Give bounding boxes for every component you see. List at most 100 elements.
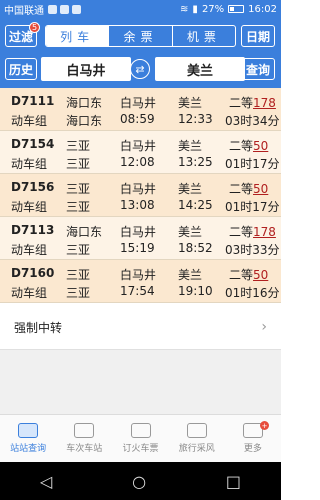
notification-icons (48, 4, 81, 14)
query-button[interactable]: 查询 (241, 58, 275, 80)
seat-count[interactable]: 178 (253, 96, 276, 110)
arrive-station: 美兰 (178, 96, 203, 110)
app-header: 过滤 5 列车 余票 机票 日期 历史 白马井 ⇄ 美兰 查询 (0, 18, 281, 88)
arrive-station: 美兰 (178, 268, 203, 282)
notification-icon (60, 4, 69, 14)
train-start-station: 海口东 (66, 225, 103, 239)
signal-icon: ▮ (192, 3, 198, 15)
home-icon[interactable]: ○ (132, 472, 146, 491)
tab-book-ticket[interactable]: 订火车票 (112, 415, 168, 462)
arrive-time: 13:25 (178, 155, 213, 169)
train-end-station: 三亚 (66, 157, 91, 171)
empty-area (0, 350, 281, 414)
seat-availability: 二等178 (229, 94, 276, 111)
train-end-station: 海口东 (66, 114, 103, 128)
battery-icon (228, 5, 245, 13)
depart-station: 白马井 (120, 182, 157, 196)
arrive-station: 美兰 (178, 225, 203, 239)
from-station-input[interactable]: 白马井 (41, 57, 131, 81)
depart-time: 12:08 (120, 155, 155, 169)
forced-transfer-item[interactable]: 强制中转 › (0, 306, 281, 350)
swap-icon: ⇄ (135, 62, 145, 76)
bottom-tabbar: 站站查询 车次车站 订火车票 旅行采风 + 更多 (0, 414, 281, 462)
notification-icon (72, 4, 81, 14)
filter-badge: 5 (29, 22, 40, 33)
arrive-time: 14:25 (178, 198, 213, 212)
train-end-station: 三亚 (66, 243, 91, 257)
duration: 01时16分 (225, 286, 280, 300)
ticket-icon (130, 423, 151, 438)
duration: 01时17分 (225, 200, 280, 214)
tab-remaining-tickets[interactable]: 余票 (108, 26, 171, 46)
tab-train-station[interactable]: 车次车站 (56, 415, 112, 462)
history-button[interactable]: 历史 (5, 58, 37, 80)
clock: 16:02 (248, 3, 277, 15)
train-end-station: 三亚 (66, 200, 91, 214)
forced-transfer-label: 强制中转 (14, 321, 63, 335)
chevron-right-icon: › (261, 319, 267, 335)
briefcase-icon (74, 423, 95, 438)
tab-travel-notes[interactable]: 旅行采风 (169, 415, 225, 462)
seat-class: 二等 (229, 182, 254, 196)
tab-station-search[interactable]: 站站查询 (0, 415, 56, 462)
arrive-time: 12:33 (178, 112, 213, 126)
chat-icon (186, 423, 207, 438)
table-row[interactable]: D7111 动车组 海口东 海口东 白马井 08:59 美兰 12:33 二等1… (0, 88, 281, 131)
seat-count[interactable]: 50 (253, 268, 268, 282)
seat-class: 二等 (229, 139, 254, 153)
system-navbar: ◁ ○ □ (0, 462, 281, 500)
arrive-station: 美兰 (178, 139, 203, 153)
train-type: 动车组 (11, 243, 48, 257)
train-start-station: 三亚 (66, 139, 91, 153)
battery-label: 27% (201, 3, 225, 15)
depart-station: 白马井 (120, 139, 157, 153)
arrive-time: 18:52 (178, 241, 213, 255)
depart-time: 17:54 (120, 284, 155, 298)
seat-count[interactable]: 50 (253, 182, 268, 196)
tab-flights[interactable]: 机票 (171, 26, 235, 46)
back-icon[interactable]: ◁ (40, 472, 52, 491)
arrive-station: 美兰 (178, 182, 203, 196)
table-row[interactable]: D7160 动车组 三亚 三亚 白马井 17:54 美兰 19:10 二等50 … (0, 260, 281, 303)
depart-time: 13:08 (120, 198, 155, 212)
train-type: 动车组 (11, 114, 48, 128)
seat-availability: 二等50 (229, 266, 268, 283)
tab-label: 订火车票 (122, 444, 159, 454)
train-number: D7111 (11, 94, 55, 108)
table-row[interactable]: D7113 动车组 海口东 三亚 白马井 15:19 美兰 18:52 二等17… (0, 217, 281, 260)
duration: 03时34分 (225, 114, 280, 128)
seat-class: 二等 (229, 225, 254, 239)
train-type: 动车组 (11, 157, 48, 171)
wifi-icon: ≋ (180, 3, 189, 15)
seat-class: 二等 (229, 96, 254, 110)
tab-label: 旅行采风 (178, 444, 215, 454)
train-start-station: 海口东 (66, 96, 103, 110)
seat-count[interactable]: 50 (253, 139, 268, 153)
date-button[interactable]: 日期 (241, 25, 275, 47)
train-list: D7111 动车组 海口东 海口东 白马井 08:59 美兰 12:33 二等1… (0, 88, 281, 303)
train-number: D7154 (11, 137, 55, 151)
tab-train[interactable]: 列车 (46, 26, 109, 46)
seat-count[interactable]: 178 (253, 225, 276, 239)
table-row[interactable]: D7156 动车组 三亚 三亚 白马井 13:08 美兰 14:25 二等50 … (0, 174, 281, 217)
tab-more[interactable]: + 更多 (225, 415, 281, 462)
to-station-input[interactable]: 美兰 (155, 57, 245, 81)
train-number: D7160 (11, 266, 55, 280)
recents-icon[interactable]: □ (226, 472, 241, 491)
depart-time: 15:19 (120, 241, 155, 255)
train-end-station: 三亚 (66, 286, 91, 300)
seat-availability: 二等50 (229, 180, 268, 197)
seat-availability: 二等50 (229, 137, 268, 154)
seat-availability: 二等178 (229, 223, 276, 240)
train-icon (18, 423, 39, 438)
train-type: 动车组 (11, 200, 48, 214)
duration: 01时17分 (225, 157, 280, 171)
depart-time: 08:59 (120, 112, 155, 126)
notification-icon (48, 4, 57, 14)
train-type: 动车组 (11, 286, 48, 300)
train-number: D7156 (11, 180, 55, 194)
train-number: D7113 (11, 223, 55, 237)
table-row[interactable]: D7154 动车组 三亚 三亚 白马井 12:08 美兰 13:25 二等50 … (0, 131, 281, 174)
swap-stations-button[interactable]: ⇄ (130, 59, 150, 79)
train-start-station: 三亚 (66, 182, 91, 196)
